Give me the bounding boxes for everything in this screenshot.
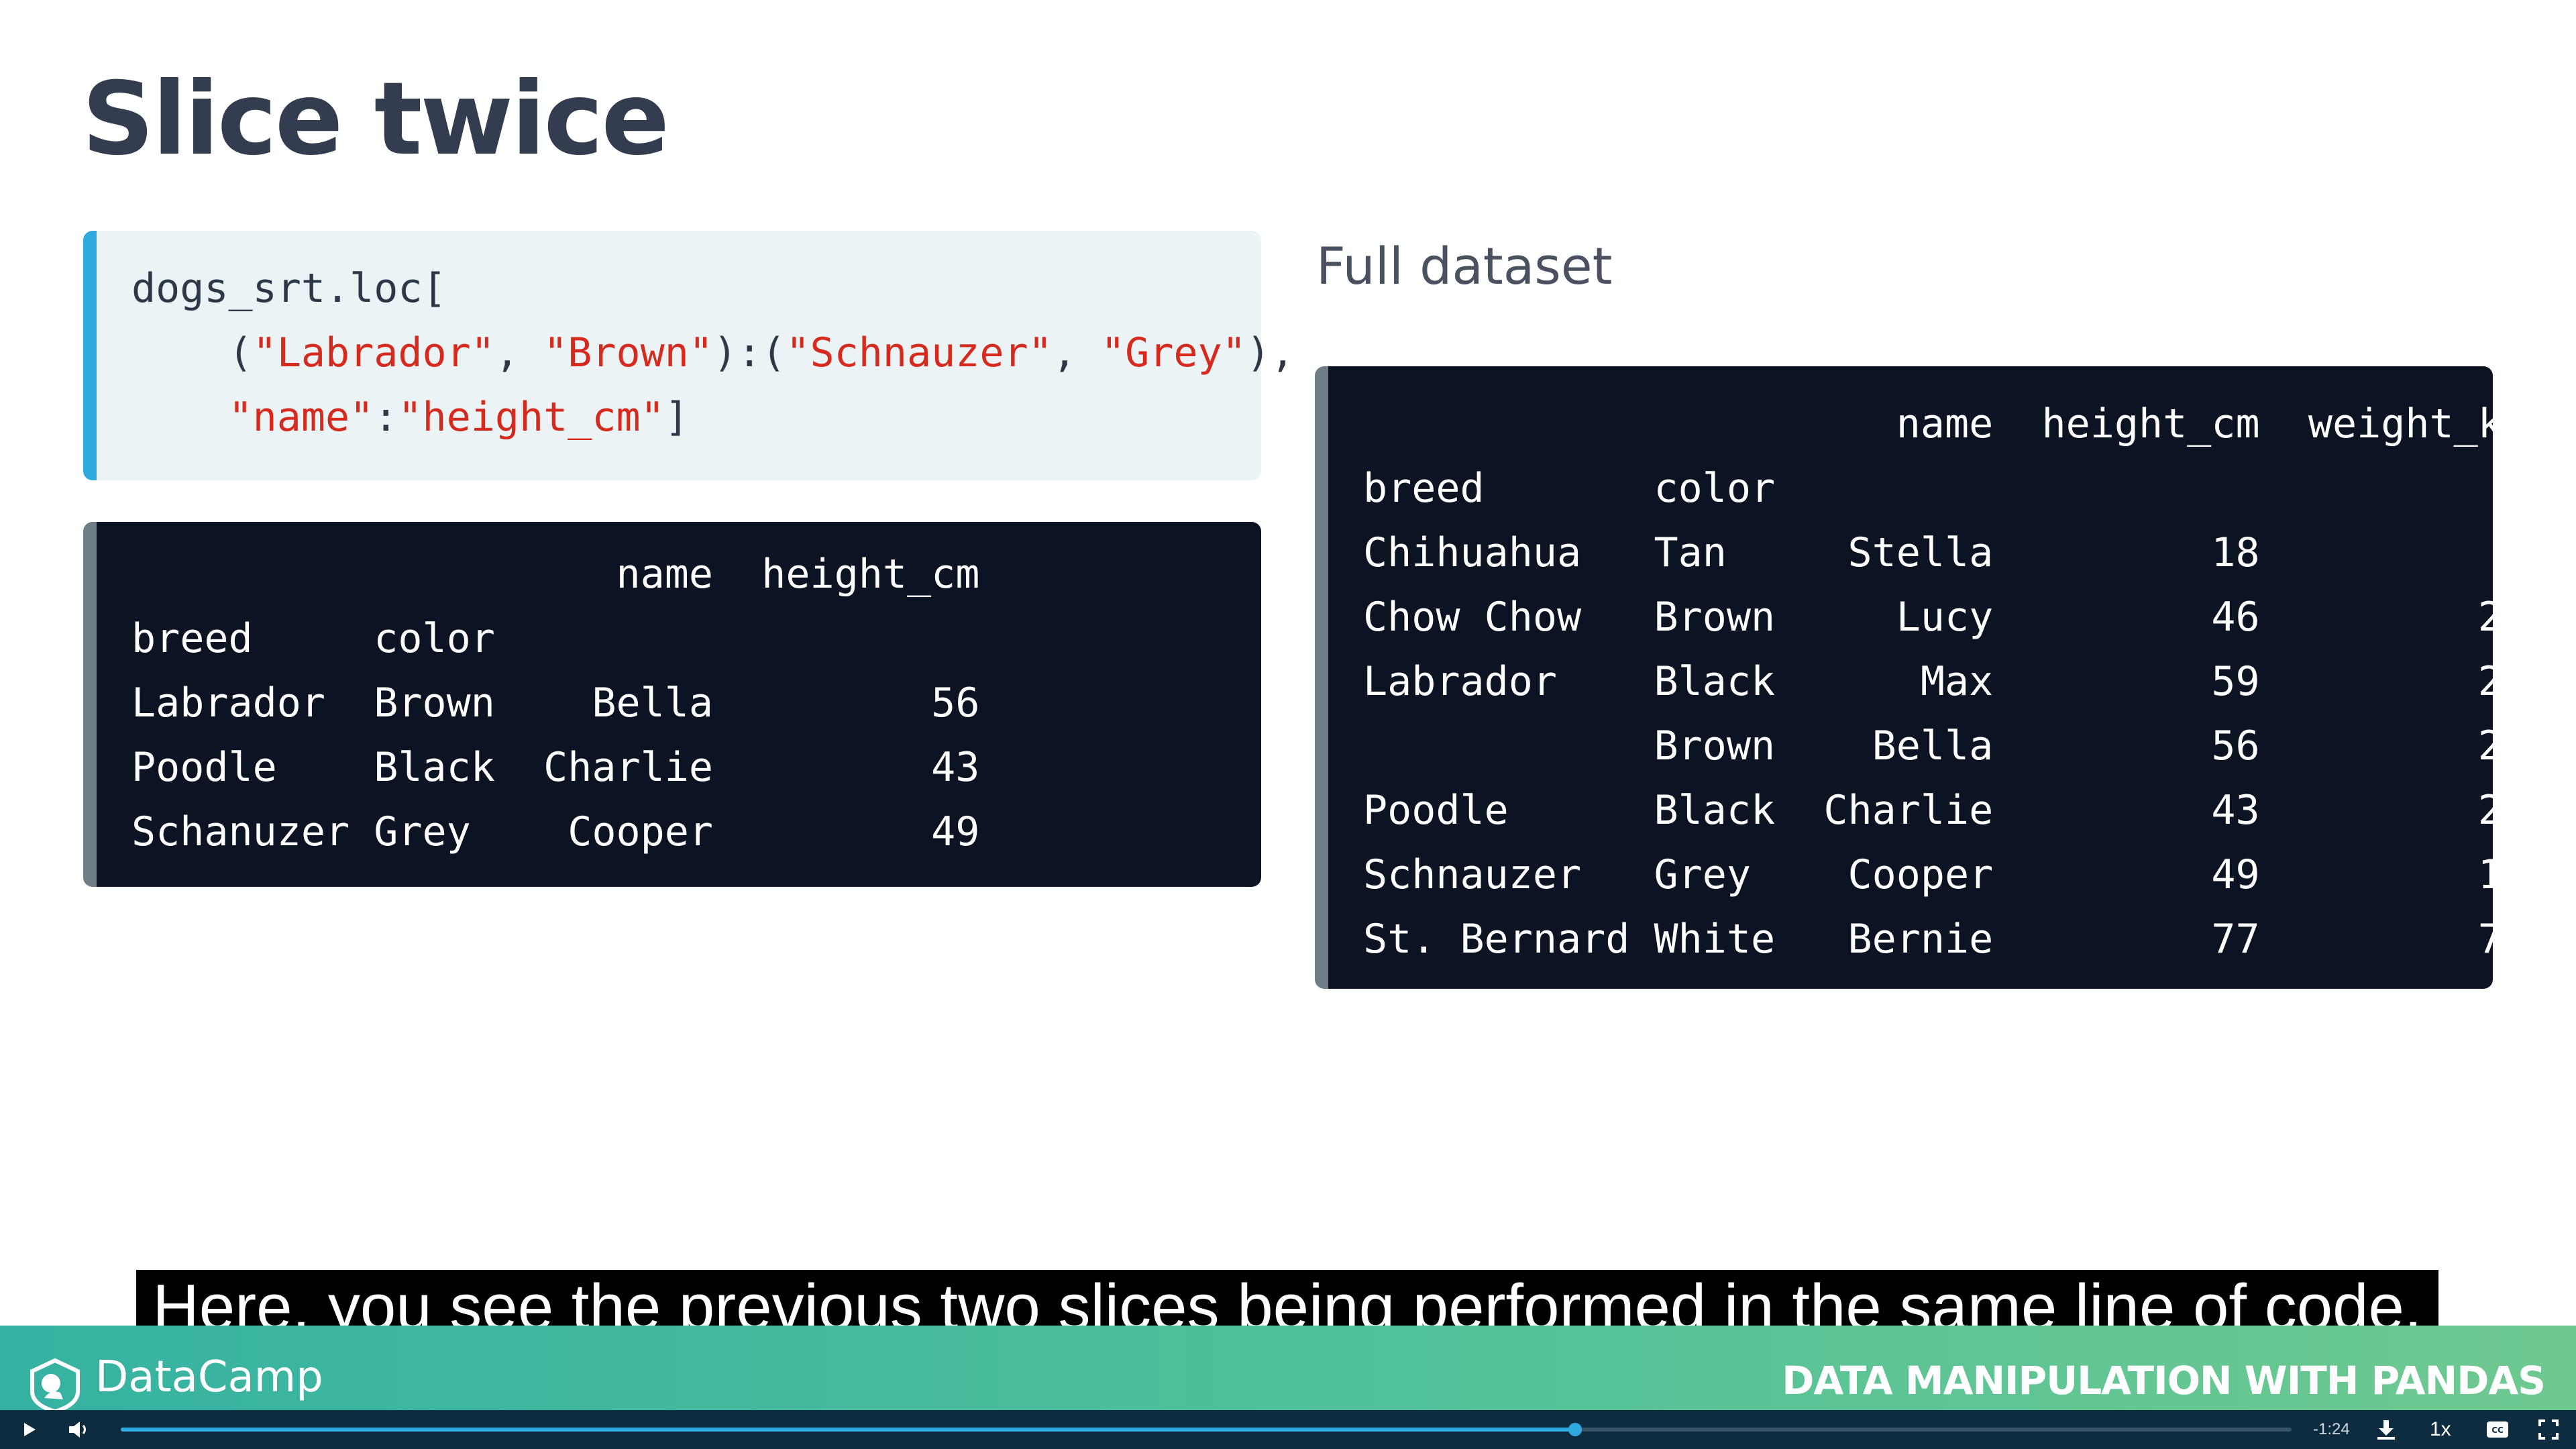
cell-height-cm: 77 bbox=[2041, 916, 2260, 963]
cell-name: Lucy bbox=[1823, 594, 1994, 641]
cell-name: Charlie bbox=[1823, 787, 1994, 834]
code-string: "Grey" bbox=[1100, 329, 1246, 376]
cell-name: Cooper bbox=[543, 808, 713, 855]
cell-height-cm: 49 bbox=[2041, 851, 2260, 898]
cell-weight-kg: 23 bbox=[2308, 787, 2526, 834]
cell-weight-kg: 74 bbox=[2308, 916, 2526, 963]
volume-icon bbox=[69, 1421, 86, 1438]
row-breed: St. Bernard bbox=[1363, 916, 1630, 963]
cell-height-cm: 46 bbox=[2041, 594, 2260, 641]
row-color: Brown bbox=[1654, 722, 1776, 769]
row-color: Black bbox=[1654, 658, 1776, 705]
row-breed: Chow Chow bbox=[1363, 594, 1630, 641]
volume-button[interactable] bbox=[64, 1410, 94, 1449]
row-color: Grey bbox=[1654, 851, 1776, 898]
index-name: color bbox=[1654, 465, 1776, 512]
index-name: breed bbox=[1363, 465, 1485, 512]
column-header: name bbox=[616, 551, 713, 598]
fullscreen-icon bbox=[2538, 1419, 2559, 1440]
cell-name: Charlie bbox=[543, 744, 713, 791]
row-breed: Chihuahua bbox=[1363, 529, 1630, 576]
time-remaining: -1:24 bbox=[2313, 1420, 2350, 1438]
column-header: height_cm bbox=[2041, 400, 2260, 447]
code-string: "Labrador" bbox=[252, 329, 495, 376]
cell-weight-kg: 29 bbox=[2308, 658, 2526, 705]
footer-bar: DataCamp DATA MANIPULATION WITH PANDAS bbox=[0, 1326, 2576, 1414]
row-color: Brown bbox=[1654, 594, 1776, 641]
playback-speed-button[interactable]: 1x bbox=[2430, 1410, 2451, 1449]
index-name: color bbox=[374, 615, 495, 662]
sliced-output-table: name height_cm breed color Labrador Brow… bbox=[131, 542, 979, 864]
cell-height-cm: 59 bbox=[2041, 658, 2260, 705]
cell-height-cm: 49 bbox=[761, 808, 980, 855]
progress-fill bbox=[121, 1428, 1576, 1432]
progress-handle[interactable] bbox=[1568, 1423, 1582, 1436]
code-string: "Schnauzer" bbox=[786, 329, 1053, 376]
code-text: dogs_srt.loc[ ("Labrador", "Brown"):("Sc… bbox=[131, 265, 1295, 441]
row-breed: Schanuzer bbox=[131, 808, 350, 855]
column-header: name bbox=[1896, 400, 1994, 447]
row-color: Black bbox=[1654, 787, 1776, 834]
code-line-1: dogs_srt.loc[ bbox=[131, 265, 447, 312]
row-color: Tan bbox=[1654, 529, 1776, 576]
column-header: height_cm bbox=[761, 551, 980, 598]
course-title: DATA MANIPULATION WITH PANDAS bbox=[1782, 1358, 2546, 1403]
index-name: breed bbox=[131, 615, 253, 662]
row-breed: Labrador bbox=[1363, 658, 1630, 705]
sliced-output-block: name height_cm breed color Labrador Brow… bbox=[83, 522, 1261, 887]
code-block: dogs_srt.loc[ ("Labrador", "Brown"):("Sc… bbox=[83, 231, 1295, 480]
cell-weight-kg: 17 bbox=[2308, 851, 2526, 898]
cell-name: Stella bbox=[1823, 529, 1994, 576]
cell-weight-kg: 22 bbox=[2308, 594, 2526, 641]
svg-text:CC: CC bbox=[2491, 1426, 2504, 1435]
play-button[interactable] bbox=[15, 1410, 44, 1449]
full-dataset-table: name height_cm weight_kg breed color Chi… bbox=[1363, 392, 2526, 971]
row-color: Brown bbox=[374, 680, 495, 727]
video-player-controls: -1:24 1x CC bbox=[0, 1410, 2576, 1449]
full-dataset-block: name height_cm weight_kg breed color Chi… bbox=[1315, 366, 2526, 989]
row-breed: Poodle bbox=[131, 744, 350, 791]
code-string: "height_cm" bbox=[398, 394, 665, 441]
cell-name: Max bbox=[1823, 658, 1994, 705]
row-color: Grey bbox=[374, 808, 495, 855]
cell-name: Bernie bbox=[1823, 916, 1994, 963]
row-breed: Poodle bbox=[1363, 787, 1630, 834]
column-header: weight_kg bbox=[2308, 400, 2526, 447]
cell-height-cm: 43 bbox=[761, 744, 980, 791]
cell-height-cm: 43 bbox=[2041, 787, 2260, 834]
code-string: "Brown" bbox=[543, 329, 713, 376]
cell-weight-kg: 2 bbox=[2308, 529, 2526, 576]
datacamp-brand[interactable]: DataCamp bbox=[95, 1352, 323, 1402]
slide-title: Slice twice bbox=[82, 61, 669, 178]
cell-height-cm: 18 bbox=[2041, 529, 2260, 576]
cell-name: Cooper bbox=[1823, 851, 1994, 898]
full-dataset-heading: Full dataset bbox=[1316, 236, 1613, 296]
row-breed: Labrador bbox=[131, 680, 350, 727]
cell-height-cm: 56 bbox=[2041, 722, 2260, 769]
datacamp-logo-icon bbox=[30, 1358, 80, 1414]
cell-name: Bella bbox=[1823, 722, 1994, 769]
fullscreen-button[interactable] bbox=[2532, 1410, 2565, 1449]
code-string: "name" bbox=[228, 394, 374, 441]
play-icon bbox=[24, 1423, 36, 1436]
cell-height-cm: 56 bbox=[761, 680, 980, 727]
download-button[interactable] bbox=[2371, 1410, 2402, 1449]
captions-button[interactable]: CC bbox=[2482, 1410, 2513, 1449]
row-color: White bbox=[1654, 916, 1776, 963]
progress-track[interactable] bbox=[121, 1423, 2292, 1436]
row-breed bbox=[1363, 722, 1629, 769]
cell-weight-kg: 25 bbox=[2308, 722, 2526, 769]
row-breed: Schnauzer bbox=[1363, 851, 1630, 898]
captions-icon: CC bbox=[2487, 1421, 2508, 1438]
download-icon bbox=[2377, 1420, 2395, 1440]
row-color: Black bbox=[374, 744, 495, 791]
cell-name: Bella bbox=[543, 680, 713, 727]
